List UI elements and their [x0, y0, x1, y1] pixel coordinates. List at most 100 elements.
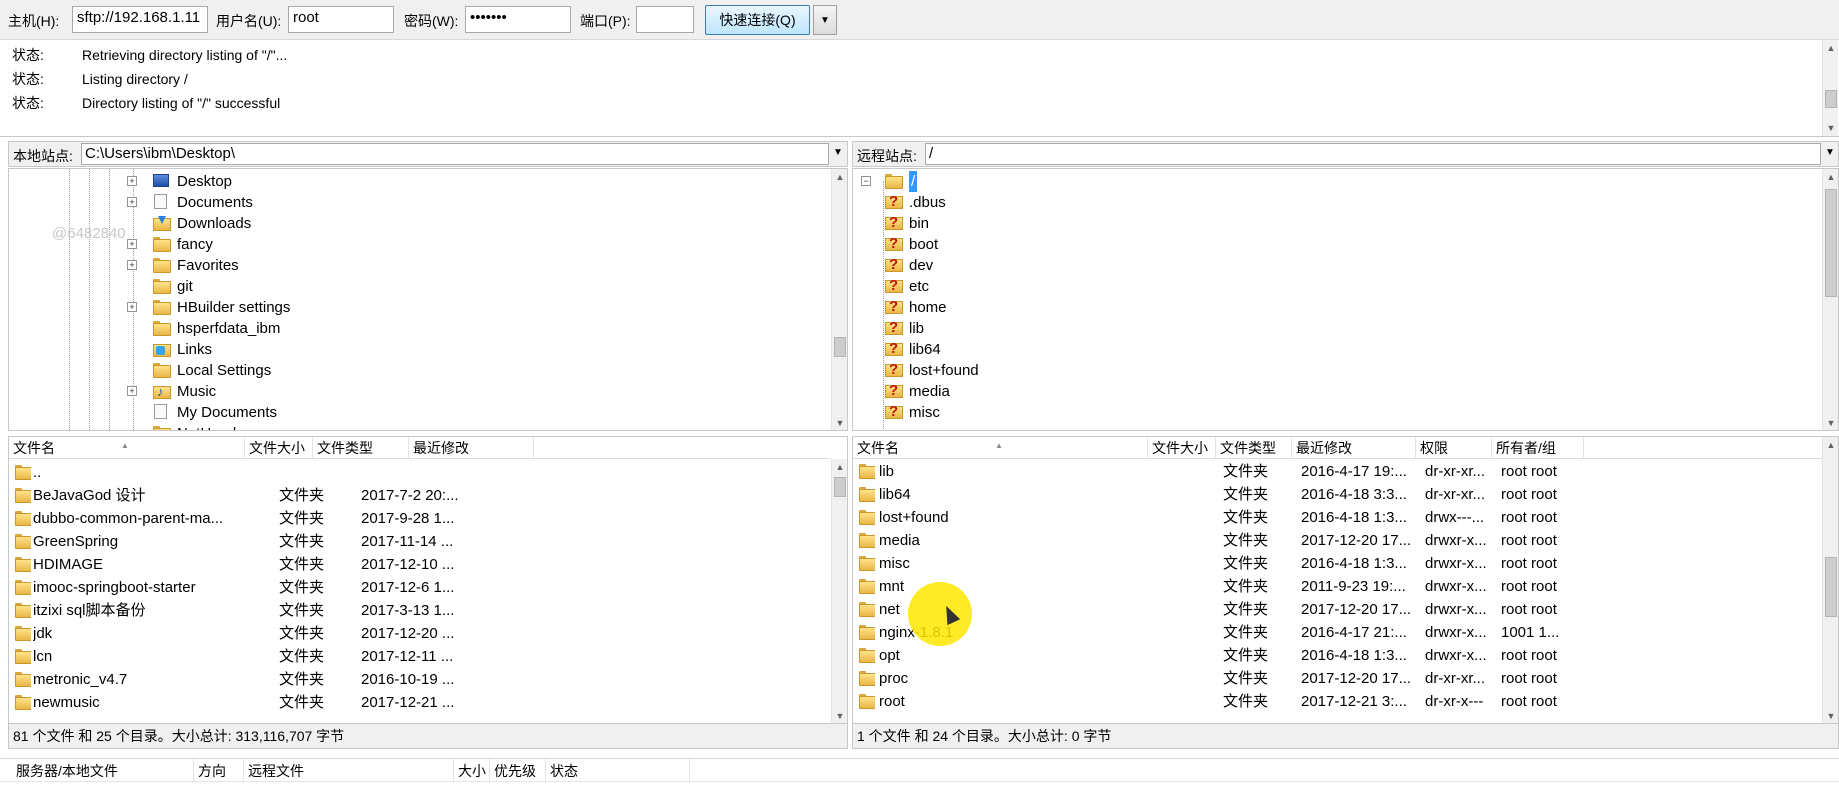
table-row[interactable]: HDIMAGE 文件夹 2017-12-10 ...	[9, 553, 829, 576]
folder-icon	[153, 237, 171, 252]
file-name: lib64	[879, 486, 911, 503]
queue-column-status[interactable]: 状态	[546, 759, 690, 783]
expand-icon[interactable]: +	[127, 197, 137, 207]
table-row[interactable]: media 文件夹 2017-12-20 17... drwxr-x... root r…	[853, 529, 1820, 552]
column-header-modified[interactable]: 最近修改	[409, 437, 534, 459]
file-name: lib	[879, 463, 895, 480]
message-log: 状态: Retrieving directory listing of "/"..…	[0, 40, 1839, 137]
scroll-up-icon[interactable]: ▲	[1823, 437, 1838, 453]
local-tree-scrollbar[interactable]: ▲ ▼	[831, 169, 847, 430]
port-input[interactable]	[636, 6, 694, 33]
scroll-down-icon[interactable]: ▼	[1823, 708, 1838, 723]
document-icon	[154, 194, 167, 209]
password-input[interactable]: •••••••	[465, 6, 571, 33]
column-header-filename[interactable]: 文件名 ▲	[853, 437, 1148, 459]
file-modified: 2017-12-20 17...	[1301, 601, 1412, 618]
collapse-icon[interactable]: −	[861, 176, 871, 186]
username-input[interactable]: root	[288, 6, 394, 33]
unknown-folder-icon	[885, 254, 903, 275]
scroll-thumb[interactable]	[834, 477, 846, 497]
scroll-up-icon[interactable]: ▲	[832, 169, 847, 185]
table-row[interactable]: mnt 文件夹 2011-9-23 19:... drwxr-x... root roo…	[853, 575, 1820, 598]
scroll-down-icon[interactable]: ▼	[832, 415, 847, 430]
expand-icon[interactable]: +	[127, 176, 137, 186]
table-row[interactable]: proc 文件夹 2017-12-20 17... dr-xr-xr... root r…	[853, 667, 1820, 690]
folder-icon	[15, 511, 31, 526]
local-path-input[interactable]: C:\Users\ibm\Desktop\	[81, 143, 829, 165]
quickconnect-bar: 主机(H): sftp://192.168.1.11 用户名(U): root …	[0, 0, 1839, 40]
quickconnect-button[interactable]: 快速连接(Q)	[705, 5, 810, 35]
chevron-down-icon[interactable]: ▼	[1823, 147, 1837, 158]
table-row[interactable]: imooc-springboot-starter 文件夹 2017-12-6 1..…	[9, 576, 829, 599]
table-row[interactable]: lost+found 文件夹 2016-4-18 1:3... drwx---... r…	[853, 506, 1820, 529]
file-owner: root root	[1501, 670, 1557, 687]
file-name: BeJavaGod 设计	[33, 487, 146, 504]
column-header-filesize[interactable]: 文件大小	[245, 437, 313, 459]
scroll-down-icon[interactable]: ▼	[1823, 120, 1839, 136]
queue-column-size[interactable]: 大小	[454, 759, 490, 783]
column-header-modified[interactable]: 最近修改	[1292, 437, 1416, 459]
table-row[interactable]: newmusic 文件夹 2017-12-21 ...	[9, 691, 829, 714]
scroll-thumb[interactable]	[1825, 90, 1837, 108]
table-row[interactable]: opt 文件夹 2016-4-18 1:3... drwxr-x... root roo…	[853, 644, 1820, 667]
table-row[interactable]: net 文件夹 2017-12-20 17... drwxr-x... root roo…	[853, 598, 1820, 621]
table-row[interactable]: lcn 文件夹 2017-12-11 ...	[9, 645, 829, 668]
table-row[interactable]: GreenSpring 文件夹 2017-11-14 ...	[9, 530, 829, 553]
file-permissions: dr-xr-xr...	[1425, 670, 1485, 687]
column-header-filetype[interactable]: 文件类型	[1216, 437, 1292, 459]
scroll-thumb[interactable]	[834, 337, 846, 357]
port-label: 端口(P):	[580, 13, 631, 29]
log-scrollbar[interactable]: ▲ ▼	[1822, 40, 1838, 136]
scroll-thumb[interactable]	[1825, 557, 1837, 617]
remote-directory-tree: − / .dbusbinbootdevetchomeliblib64lost+f…	[852, 168, 1839, 431]
table-row[interactable]: ..	[9, 461, 829, 484]
remote-status-bar: 1 个文件 和 24 个目录。大小总计: 0 字节	[852, 723, 1839, 749]
document-icon	[154, 404, 167, 419]
table-row[interactable]: lib64 文件夹 2016-4-18 3:3... dr-xr-xr... root …	[853, 483, 1820, 506]
queue-column-direction[interactable]: 方向	[194, 759, 244, 783]
column-header-permissions[interactable]: 权限	[1416, 437, 1492, 459]
table-row[interactable]: metronic_v4.7 文件夹 2016-10-19 ...	[9, 668, 829, 691]
table-row[interactable]: BeJavaGod 设计 文件夹 2017-7-2 20:...	[9, 484, 829, 507]
file-owner: root root	[1501, 578, 1557, 595]
table-row[interactable]: jdk 文件夹 2017-12-20 ...	[9, 622, 829, 645]
column-header-filename[interactable]: 文件名 ▲	[9, 437, 245, 459]
local-site-bar: 本地站点: C:\Users\ibm\Desktop\ ▼	[8, 141, 848, 167]
folder-icon	[153, 279, 171, 294]
remote-tree-scrollbar[interactable]: ▲ ▼	[1822, 169, 1838, 430]
scroll-down-icon[interactable]: ▼	[1823, 415, 1838, 430]
column-header-filetype[interactable]: 文件类型	[313, 437, 409, 459]
scroll-down-icon[interactable]: ▼	[832, 708, 847, 723]
remote-list-header: 文件名 ▲ 文件大小 文件类型 最近修改 权限 所有者/组	[853, 437, 1822, 459]
table-row[interactable]: nginx-1.8.1文件夹2016-4-17 21:...drwxr-x...…	[853, 621, 1820, 644]
table-row[interactable]: root 文件夹 2017-12-21 3:... dr-xr-x--- root ro…	[853, 690, 1820, 713]
queue-column-remote-file[interactable]: 远程文件	[244, 759, 454, 783]
scroll-up-icon[interactable]: ▲	[1823, 169, 1838, 185]
column-header-owner[interactable]: 所有者/组	[1492, 437, 1584, 459]
quickconnect-dropdown-button[interactable]: ▼	[813, 5, 837, 35]
local-file-list: 文件名 ▲ 文件大小 文件类型 最近修改 .. BeJavaGod 设计 文件夹 20…	[8, 436, 848, 724]
remote-path-input[interactable]: /	[925, 143, 1821, 165]
local-list-scrollbar[interactable]: ▲ ▼	[831, 459, 847, 723]
log-entry: 状态: Listing directory /	[12, 71, 188, 87]
expand-icon[interactable]: +	[127, 302, 137, 312]
host-input[interactable]: sftp://192.168.1.11	[72, 6, 208, 33]
scroll-up-icon[interactable]: ▲	[832, 459, 847, 475]
folder-icon	[859, 625, 875, 640]
host-label: 主机(H):	[8, 13, 60, 29]
table-row[interactable]: itzixi sql脚本备份 文件夹 2017-3-13 1...	[9, 599, 829, 622]
column-header-filesize[interactable]: 文件大小	[1148, 437, 1216, 459]
chevron-down-icon[interactable]: ▼	[831, 147, 845, 158]
expand-icon[interactable]: +	[127, 260, 137, 270]
queue-column-priority[interactable]: 优先级	[490, 759, 546, 783]
remote-list-scrollbar[interactable]: ▲ ▼	[1822, 437, 1838, 723]
queue-column-server-local-file[interactable]: 服务器/本地文件	[12, 759, 194, 783]
table-row[interactable]: misc 文件夹 2016-4-18 1:3... drwxr-x... root ro…	[853, 552, 1820, 575]
file-name: HDIMAGE	[33, 556, 104, 573]
expand-icon[interactable]: +	[127, 239, 137, 249]
table-row[interactable]: lib 文件夹 2016-4-17 19:... dr-xr-xr... root ro…	[853, 460, 1820, 483]
scroll-thumb[interactable]	[1825, 189, 1837, 297]
expand-icon[interactable]: +	[127, 386, 137, 396]
scroll-up-icon[interactable]: ▲	[1823, 40, 1839, 56]
table-row[interactable]: dubbo-common-parent-ma... 文件夹 2017-9-28 1.…	[9, 507, 829, 530]
